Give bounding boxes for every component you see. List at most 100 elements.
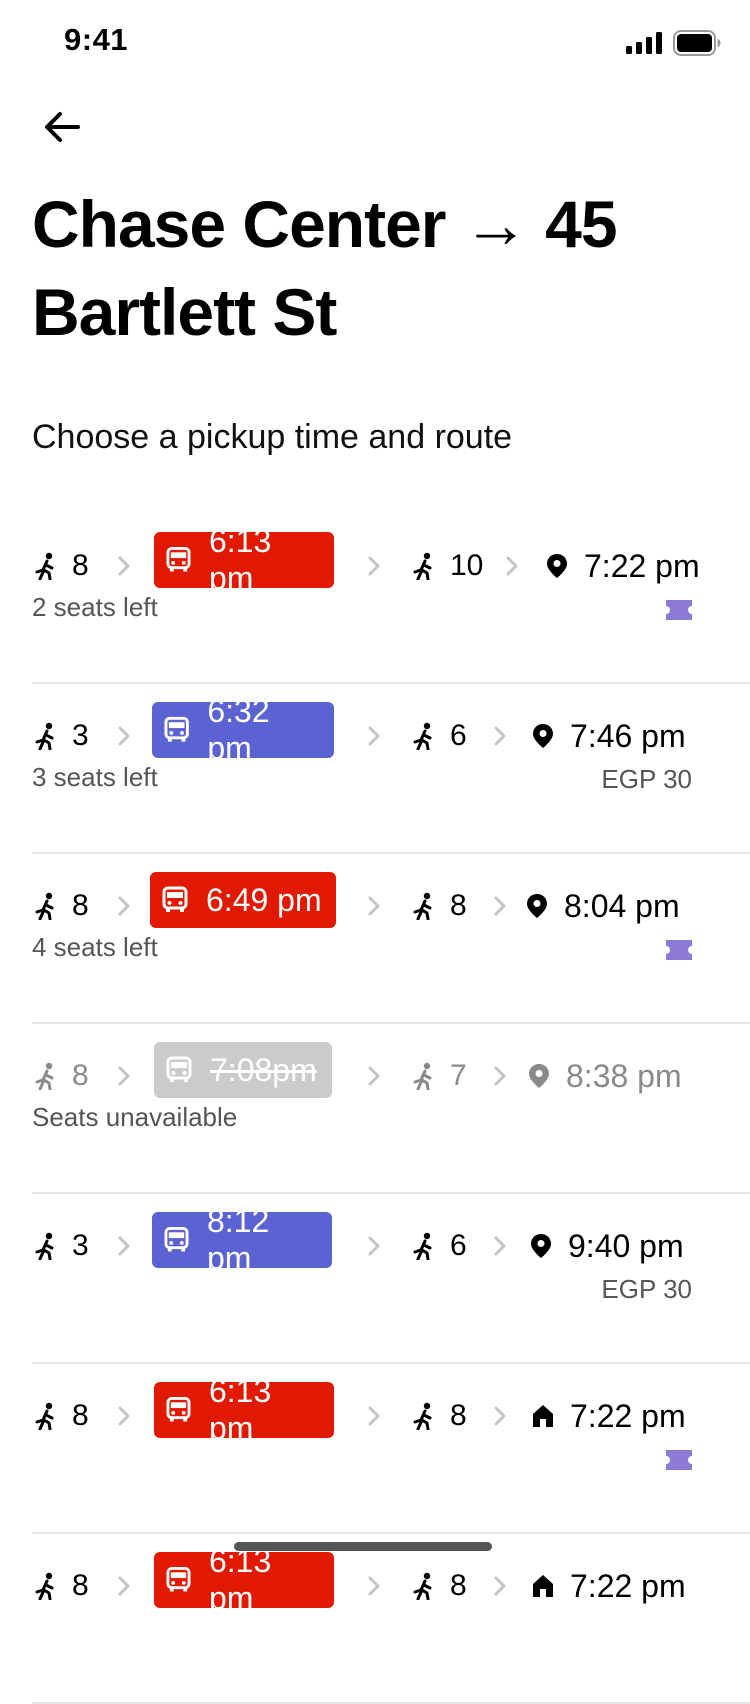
- arrival-time: 7:22 pm: [584, 547, 700, 584]
- seats-remaining: Seats unavailable: [32, 1102, 238, 1132]
- walk-before-minutes: 8: [72, 549, 89, 582]
- arrival-time: 7:46 pm: [570, 717, 686, 754]
- walk-before-minutes: 8: [72, 1569, 89, 1602]
- chevron-right-icon: [368, 708, 382, 764]
- status-bar: 9:41: [0, 0, 750, 88]
- bus-departure-time: 6:32 pm: [207, 693, 270, 766]
- walking-person-icon: [35, 892, 54, 920]
- trip-option-row[interactable]: 8 6:13 pm 10 7:22 pm 2 seats left: [0, 508, 750, 684]
- chevron-right-icon: [118, 878, 132, 934]
- location-pin-icon: [527, 894, 547, 918]
- location-pin-icon: [531, 1234, 551, 1258]
- location-pin-icon: [529, 1064, 549, 1088]
- chevron-right-icon: [506, 538, 520, 594]
- walking-person-icon: [413, 892, 432, 920]
- trip-option-row[interactable]: 8 6:49 pm 8 8:04 pm 4 seats left: [0, 848, 750, 1024]
- bus-departure-pill[interactable]: 8:12 pm: [152, 1203, 332, 1276]
- bus-departure-time: 6:13 pm: [208, 1543, 272, 1616]
- walking-person-icon: [35, 1402, 54, 1430]
- arrival-time: 8:38 pm: [566, 1057, 682, 1094]
- chevron-right-icon: [368, 1218, 382, 1274]
- walking-person-icon: [413, 1232, 432, 1260]
- walk-after-minutes: 7: [450, 1059, 467, 1092]
- bus-departure-time: 6:13 pm: [208, 1373, 272, 1446]
- bus-icon: [166, 1567, 191, 1592]
- battery-icon: [673, 30, 721, 56]
- walking-person-icon: [413, 552, 432, 580]
- bus-departure-time: 6:13 pm: [208, 523, 272, 596]
- walk-after: 8: [412, 878, 467, 934]
- fare-price: EGP 30: [601, 1274, 692, 1304]
- trip-option-row[interactable]: 8 6:13 pm 8 7:22 pm: [0, 1358, 750, 1534]
- arrival-time: 7:22 pm: [570, 1567, 686, 1604]
- walk-before-minutes: 8: [72, 889, 89, 922]
- chevron-right-icon: [118, 1558, 132, 1614]
- walking-person-icon: [35, 1232, 54, 1260]
- bus-icon: [162, 886, 188, 912]
- trip-option-row[interactable]: 3 8:12 pm 6 9:40 pm EGP 30: [0, 1188, 750, 1364]
- bus-departure-pill[interactable]: 6:13 pm: [154, 1373, 334, 1446]
- trip-option-row: 8 7:08pm 7 8:38 pm Seats unavailable: [0, 1018, 750, 1194]
- bus-departure-time: 8:12 pm: [206, 1203, 270, 1276]
- walking-person-icon: [413, 1062, 432, 1090]
- walk-before-minutes: 8: [72, 1399, 89, 1432]
- seats-remaining: 4 seats left: [32, 932, 158, 962]
- bus-departure-pill[interactable]: 6:32 pm: [152, 693, 334, 766]
- arrival: 7:22 pm: [532, 1558, 686, 1614]
- arrival-time: 9:40 pm: [568, 1227, 684, 1264]
- arrival: 7:22 pm: [532, 1388, 686, 1444]
- arrival: 9:40 pm: [530, 1218, 684, 1274]
- walk-before: 8: [34, 1558, 89, 1614]
- walk-after: 7: [412, 1048, 467, 1104]
- seats-remaining: 2 seats left: [32, 592, 158, 622]
- walk-after-minutes: 8: [450, 1399, 467, 1432]
- arrival: 8:04 pm: [526, 878, 680, 934]
- chevron-right-icon: [494, 708, 508, 764]
- bus-icon: [164, 716, 189, 742]
- bus-departure-time: 6:49 pm: [206, 881, 322, 918]
- chevron-right-icon: [494, 1558, 508, 1614]
- walk-before-minutes: 3: [72, 719, 89, 752]
- bus-departure-time: 7:08pm: [210, 1051, 317, 1088]
- chevron-right-icon: [368, 538, 382, 594]
- walk-after: 6: [412, 1218, 467, 1274]
- chevron-right-icon: [494, 1388, 508, 1444]
- home-icon: [533, 1405, 553, 1427]
- walking-person-icon: [413, 1572, 432, 1600]
- walking-person-icon: [35, 1062, 54, 1090]
- chevron-right-icon: [368, 1048, 382, 1104]
- walk-before-minutes: 3: [72, 1229, 89, 1262]
- walk-before: 8: [34, 1388, 89, 1444]
- walk-after: 8: [412, 1388, 467, 1444]
- chevron-right-icon: [494, 878, 508, 934]
- bus-departure-pill[interactable]: 6:49 pm: [150, 872, 336, 928]
- walk-after: 6: [412, 708, 467, 764]
- ticket-icon: [666, 600, 692, 620]
- page-subtitle: Choose a pickup time and route: [32, 418, 513, 456]
- trip-option-row[interactable]: 8 6:13 pm 8 7:22 pm: [0, 1528, 750, 1704]
- location-pin-icon: [547, 554, 567, 578]
- trip-option-row[interactable]: 3 6:32 pm 6 7:46 pm 3 seats left EGP 30: [0, 678, 750, 854]
- ticket-icon: [666, 1450, 692, 1470]
- chevron-right-icon: [118, 1388, 132, 1444]
- bus-departure-pill[interactable]: 6:13 pm: [154, 1543, 334, 1616]
- walking-person-icon: [413, 722, 432, 750]
- walk-before: 8: [34, 1048, 89, 1104]
- arrival: 7:22 pm: [546, 538, 700, 594]
- walk-before: 3: [34, 708, 89, 764]
- chevron-right-icon: [118, 1218, 132, 1274]
- chevron-right-icon: [368, 1558, 382, 1614]
- home-indicator[interactable]: [234, 1542, 492, 1551]
- chevron-right-icon: [118, 1048, 132, 1104]
- home-icon: [533, 1575, 553, 1597]
- walking-person-icon: [35, 722, 54, 750]
- status-time: 9:41: [64, 22, 129, 57]
- back-arrow-icon[interactable]: [40, 108, 90, 158]
- chevron-right-icon: [368, 878, 382, 934]
- bus-departure-pill[interactable]: 6:13 pm: [154, 523, 334, 596]
- bus-departure-pill: 7:08pm: [154, 1042, 332, 1098]
- chevron-right-icon: [494, 1048, 508, 1104]
- ticket-icon: [666, 940, 692, 960]
- bus-icon: [166, 1056, 192, 1082]
- seats-remaining: 3 seats left: [32, 762, 158, 792]
